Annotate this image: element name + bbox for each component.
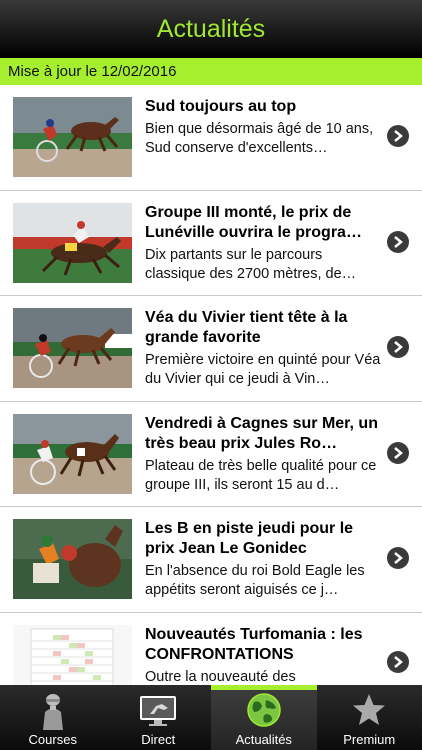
news-description: Première victoire en quinté pour Véa du … [145,352,381,387]
news-thumbnail [13,413,132,494]
news-description: En l'absence du roi Bold Eagle les appét… [145,563,365,598]
chevron-right-icon[interactable] [387,547,409,569]
chevron-right-icon[interactable] [387,230,409,253]
jockey-icon [42,694,63,730]
news-title: Véa du Vivier tient tête à la grande fav… [145,309,348,346]
news-title: Groupe III monté, le prix de Lunéville o… [145,203,362,241]
news-thumbnail [13,97,132,177]
chevron-right-icon[interactable] [387,336,409,358]
news-description: Outre la nouveauté des [145,668,296,685]
tab-label: Direct [141,732,176,747]
news-item[interactable]: Véa du Vivier tient tête à la grande fav… [0,296,422,402]
tab-actualites[interactable]: Actualités [211,685,317,750]
news-title: Vendredi à Cagnes sur Mer, un très beau … [145,414,378,452]
globe-icon [247,693,281,727]
chevron-right-icon[interactable] [387,441,409,464]
tab-direct[interactable]: Direct [106,685,212,750]
header-bar: Actualités [0,0,422,58]
news-item[interactable]: Groupe III monté, le prix de Lunéville o… [0,191,422,296]
news-thumbnail [13,308,132,388]
tv-screen-icon [140,696,177,726]
news-description: Bien que désormais âgé de 10 ans, Sud co… [145,121,374,156]
news-description: Plateau de très belle qualité pour ce gr… [145,457,377,493]
page-title: Actualités [156,14,266,43]
chevron-right-icon[interactable] [387,650,409,673]
news-description: Dix partants sur le parcours classique d… [145,246,357,282]
tab-label: Actualités [235,732,292,747]
tab-bar: Courses Direct Actualités Premium [0,685,422,750]
news-thumbnail [13,624,132,685]
news-item[interactable]: Les B en piste jeudi pour le prix Jean L… [0,507,422,613]
tab-courses[interactable]: Courses [0,685,106,750]
news-item[interactable]: Sud toujours au top Bien que désormais â… [0,85,422,191]
news-title: Les B en piste jeudi pour le prix Jean L… [145,520,354,557]
news-title: Nouveautés Turfomania : les CONFRONTATIO… [145,625,363,663]
update-date-text: Mise à jour le 12/02/2016 [8,63,177,80]
update-banner: Mise à jour le 12/02/2016 [0,58,422,85]
news-item[interactable]: Nouveautés Turfomania : les CONFRONTATIO… [0,613,422,685]
tab-label: Premium [343,732,396,747]
news-thumbnail [13,519,132,599]
news-title: Sud toujours au top [145,98,297,115]
news-item[interactable]: Vendredi à Cagnes sur Mer, un très beau … [0,402,422,507]
chevron-right-icon[interactable] [387,125,409,147]
star-icon [353,694,386,725]
tab-premium[interactable]: Premium [317,685,422,750]
news-thumbnail [13,202,132,283]
tab-label: Courses [28,732,77,747]
news-list[interactable]: Sud toujours au top Bien que désormais â… [0,85,422,685]
